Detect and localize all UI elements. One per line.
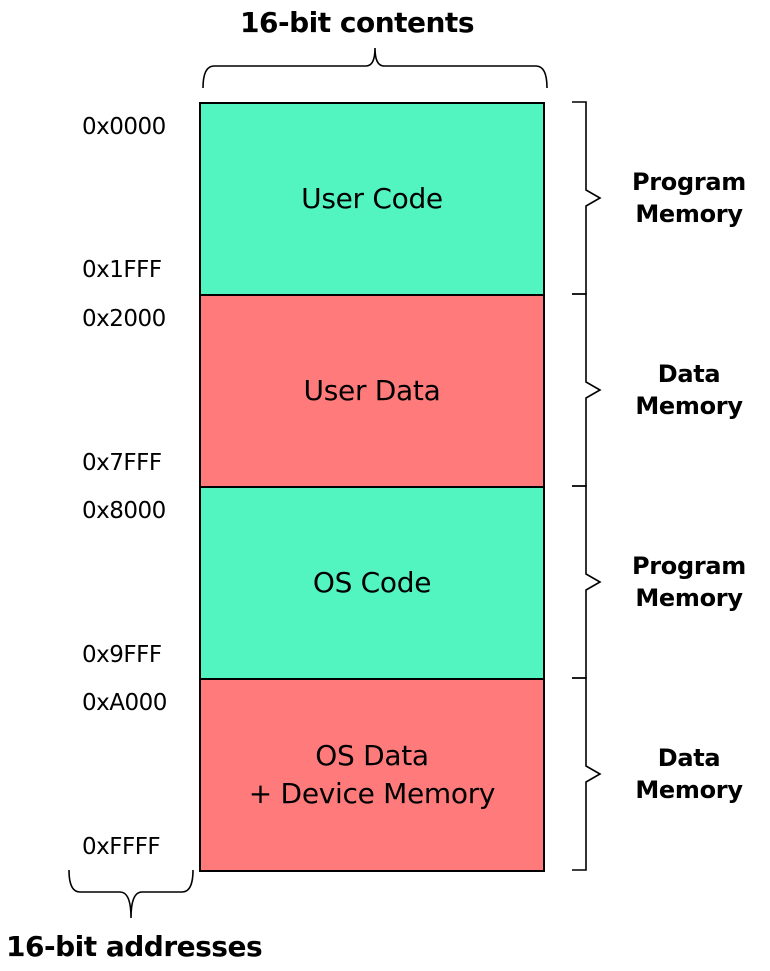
region-label-data-memory: Data Memory: [612, 742, 766, 806]
block-label: OS Code: [312, 566, 432, 599]
region-brace-1: [572, 101, 602, 295]
region-label-data-memory: Data Memory: [612, 358, 766, 422]
memory-block-os-data: OS Data + Device Memory: [199, 678, 545, 872]
address-end-label: 0xFFFF: [82, 834, 161, 860]
address-end-label: 0x9FFF: [82, 642, 162, 668]
memory-map-diagram: 16-bit contents 0x0000 0x1FFF User Code …: [0, 0, 770, 971]
region-label-line: Memory: [635, 584, 743, 612]
region-label-line: Memory: [635, 776, 743, 804]
block-label: User Code: [301, 182, 443, 215]
address-start-label: 0x0000: [82, 114, 166, 140]
block-label: User Data: [303, 374, 441, 407]
region-label-line: Program: [631, 552, 747, 580]
bottom-brace: [68, 869, 194, 919]
region-brace-4: [572, 677, 602, 871]
region-label-line: Memory: [635, 392, 743, 420]
memory-block-user-code: User Code: [199, 102, 545, 296]
region-label-program-memory: Program Memory: [612, 550, 766, 614]
address-start-label: 0x2000: [82, 306, 166, 332]
region-label-line: Memory: [635, 200, 743, 228]
top-brace: [202, 47, 548, 89]
region-label-line: Data: [657, 744, 721, 772]
address-end-label: 0x1FFF: [82, 257, 162, 283]
block-label: OS Data: [315, 739, 429, 772]
region-label-line: Program: [631, 168, 747, 196]
addresses-title: 16-bit addresses: [6, 930, 263, 963]
address-end-label: 0x7FFF: [82, 450, 162, 476]
block-label: + Device Memory: [248, 777, 496, 810]
memory-block-os-code: OS Code: [199, 486, 545, 680]
memory-block-user-data: User Data: [199, 294, 545, 488]
address-start-label: 0xA000: [82, 690, 167, 716]
region-label-program-memory: Program Memory: [612, 166, 766, 230]
region-brace-2: [572, 293, 602, 487]
region-label-line: Data: [657, 360, 721, 388]
region-brace-3: [572, 485, 602, 679]
address-start-label: 0x8000: [82, 498, 166, 524]
